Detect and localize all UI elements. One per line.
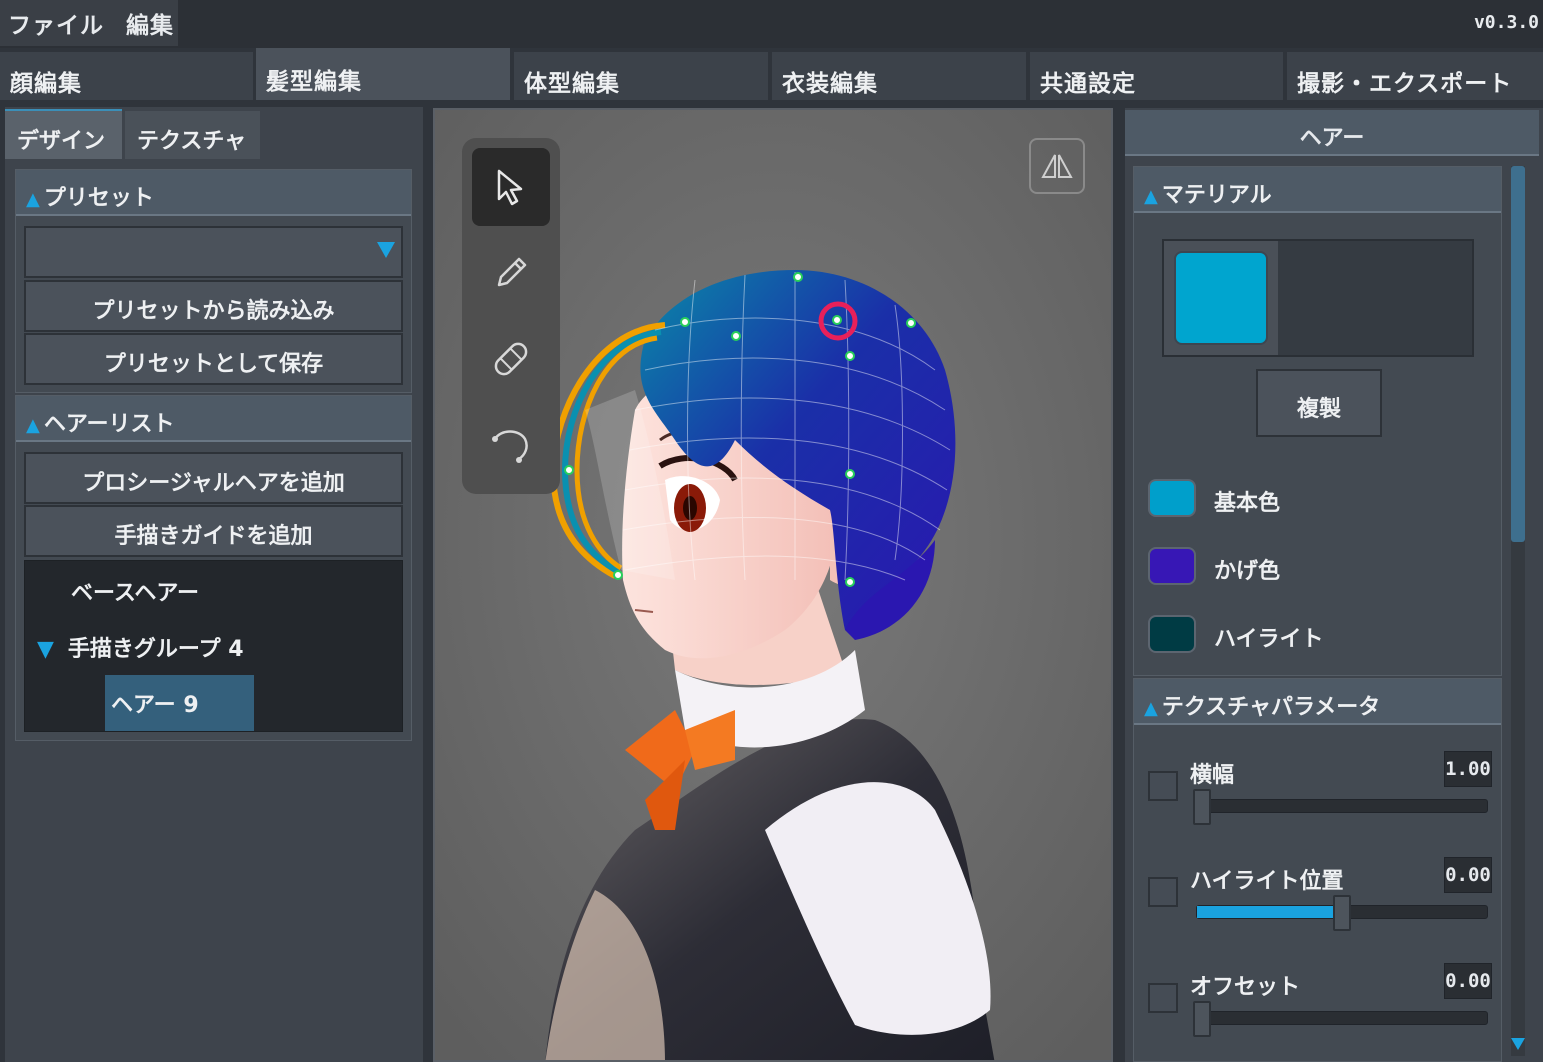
- offset-value[interactable]: 0.00: [1444, 963, 1492, 999]
- tab-export[interactable]: 撮影・エクスポート: [1287, 52, 1543, 100]
- menu-file[interactable]: ファイル: [8, 6, 104, 40]
- pencil-icon: [497, 257, 527, 287]
- material-section: ▲ マテリアル 複製 基本色 かげ色 ハイライト: [1133, 166, 1502, 676]
- subtab-design[interactable]: デザイン: [5, 109, 122, 159]
- scroll-down-arrow-icon[interactable]: [1511, 1038, 1525, 1050]
- menu-group: ファイル 編集: [0, 0, 178, 46]
- preset-section: ▲ プリセット プリセットから読み込み プリセットとして保存: [15, 169, 412, 393]
- group-label: 手描きグループ 4: [67, 637, 244, 662]
- width-label: 横幅: [1190, 763, 1235, 788]
- tab-costume[interactable]: 衣装編集: [772, 52, 1026, 100]
- version-label: v0.3.0: [1473, 12, 1539, 33]
- subtab-texture[interactable]: テクスチャ: [125, 111, 260, 159]
- highlight-pos-checkbox[interactable]: [1148, 877, 1178, 907]
- preset-header[interactable]: ▲ プリセット: [16, 170, 411, 216]
- width-slider-thumb[interactable]: [1193, 789, 1211, 825]
- tool-palette: [462, 138, 560, 494]
- mirror-icon: [1041, 154, 1073, 178]
- duplicate-button[interactable]: 複製: [1256, 369, 1382, 437]
- material-title: マテリアル: [1161, 183, 1272, 208]
- select-tool-button[interactable]: [472, 148, 550, 226]
- texture-params-section: ▲ テクスチャパラメータ 横幅 1.00 ハイライト位置 0.00 オフセット 0…: [1133, 678, 1502, 1062]
- material-header[interactable]: ▲ マテリアル: [1134, 167, 1501, 213]
- mirror-toggle-button[interactable]: [1029, 138, 1085, 194]
- shadow-color-label: かげ色: [1214, 559, 1281, 584]
- expand-triangle-icon: ▼: [37, 637, 54, 662]
- highlight-pos-slider-thumb[interactable]: [1333, 895, 1351, 931]
- eraser-tool-button[interactable]: [472, 320, 550, 398]
- hair-list-section: ▲ ヘアーリスト プロシージャルヘアを追加 手描きガイドを追加 ベースヘアー ▼ 手…: [15, 395, 412, 741]
- tab-common[interactable]: 共通設定: [1030, 52, 1283, 100]
- tab-hair[interactable]: 髪型編集: [256, 48, 510, 100]
- 3d-viewport[interactable]: [433, 108, 1113, 1062]
- offset-slider[interactable]: [1193, 1001, 1488, 1037]
- scrollbar-thumb[interactable]: [1511, 166, 1525, 542]
- load-preset-button[interactable]: プリセットから読み込み: [24, 280, 403, 332]
- collapse-triangle-icon: ▲: [26, 415, 40, 436]
- base-color-label: 基本色: [1214, 491, 1281, 516]
- highlight-color-swatch[interactable]: [1148, 615, 1196, 653]
- texture-params-header[interactable]: ▲ テクスチャパラメータ: [1134, 679, 1501, 725]
- preset-title: プリセット: [43, 186, 154, 211]
- base-color-swatch[interactable]: [1148, 479, 1196, 517]
- highlight-color-label: ハイライト: [1214, 627, 1324, 652]
- main-tab-bar: 顔編集 髪型編集 体型編集 衣装編集 共通設定 撮影・エクスポート: [0, 48, 1543, 100]
- list-item-hair-selected[interactable]: ヘアー 9: [105, 675, 254, 731]
- hair-list-header[interactable]: ▲ ヘアーリスト: [16, 396, 411, 442]
- width-checkbox[interactable]: [1148, 771, 1178, 801]
- width-slider[interactable]: [1193, 789, 1488, 825]
- pen-tool-button[interactable]: [472, 234, 550, 312]
- cursor-arrow-icon: [497, 169, 523, 206]
- collapse-triangle-icon: ▲: [26, 189, 40, 210]
- right-panel: ヘアー ▲ マテリアル 複製 基本色 かげ色 ハイライト ▲ テクスチャパラメータ …: [1125, 108, 1543, 1062]
- menu-edit[interactable]: 編集: [126, 6, 174, 40]
- subtab-bar: デザイン テクスチャ: [5, 107, 423, 159]
- preset-dropdown[interactable]: [24, 226, 403, 278]
- save-preset-button[interactable]: プリセットとして保存: [24, 333, 403, 385]
- bandage-icon: [494, 342, 528, 376]
- highlight-pos-value[interactable]: 0.00: [1444, 857, 1492, 893]
- add-guide-button[interactable]: 手描きガイドを追加: [24, 505, 403, 557]
- hair-tree-list: ベースヘアー ▼ 手描きグループ 4 ヘアー 9: [24, 560, 403, 732]
- tab-body[interactable]: 体型編集: [514, 52, 768, 100]
- material-preview-box: [1162, 239, 1474, 357]
- highlight-pos-label: ハイライト位置: [1190, 869, 1344, 894]
- texture-params-title: テクスチャパラメータ: [1161, 695, 1381, 720]
- offset-slider-thumb[interactable]: [1193, 1001, 1211, 1037]
- shadow-color-swatch[interactable]: [1148, 547, 1196, 585]
- bezier-curve-icon: [492, 430, 528, 463]
- left-panel: デザイン テクスチャ ▲ プリセット プリセットから読み込み プリセットとして保存…: [5, 107, 423, 1062]
- list-item-group[interactable]: ▼ 手描きグループ 4: [37, 631, 244, 663]
- list-item-base-hair[interactable]: ベースヘアー: [71, 575, 199, 607]
- tab-face[interactable]: 顔編集: [0, 52, 253, 100]
- right-panel-scrollbar[interactable]: [1511, 166, 1525, 1056]
- hair-panel-title: ヘアー: [1125, 110, 1539, 156]
- dropdown-arrow-icon: [377, 242, 395, 258]
- collapse-triangle-icon: ▲: [1144, 186, 1158, 207]
- highlight-pos-slider-fill: [1197, 906, 1343, 918]
- curve-tool-button[interactable]: [472, 406, 550, 484]
- width-value[interactable]: 1.00: [1444, 751, 1492, 787]
- add-procedural-hair-button[interactable]: プロシージャルヘアを追加: [24, 452, 403, 504]
- offset-label: オフセット: [1190, 975, 1301, 1000]
- collapse-triangle-icon: ▲: [1144, 698, 1158, 719]
- material-thumbnail[interactable]: [1174, 251, 1268, 345]
- hair-list-title: ヘアーリスト: [43, 412, 175, 437]
- highlight-pos-slider[interactable]: [1196, 895, 1488, 931]
- offset-checkbox[interactable]: [1148, 983, 1178, 1013]
- menu-bar: ファイル 編集 v0.3.0: [0, 0, 1543, 48]
